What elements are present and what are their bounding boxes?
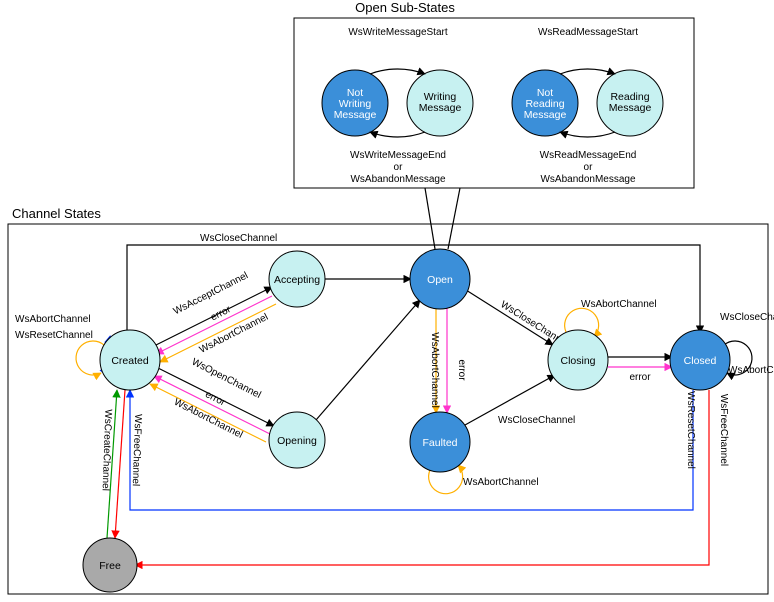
node-faulted: Faulted <box>410 412 470 472</box>
label: Opening <box>277 435 317 447</box>
label: Closed <box>684 355 717 367</box>
edge-closed-free <box>135 390 709 565</box>
label: WsAbandonMessage <box>540 174 635 185</box>
label: WsAbortChannel <box>728 365 774 376</box>
edge-created-free <box>115 390 125 538</box>
edge-read-start <box>560 69 615 74</box>
label: WsCloseChannel <box>200 233 277 244</box>
label: Created <box>111 355 149 367</box>
label: WsResetChannel <box>15 330 93 341</box>
node-closing: Closing <box>548 330 608 390</box>
label: WsOpenChannel <box>190 357 263 401</box>
label: WsResetChannel <box>685 391 696 469</box>
node-created: Created <box>100 330 160 390</box>
label: Message <box>419 102 462 114</box>
label: Free <box>99 560 121 572</box>
label: Message <box>524 109 567 121</box>
edge-read-end <box>560 132 615 137</box>
label: Accepting <box>274 274 320 286</box>
label: WsAbortChannel <box>429 332 440 408</box>
label: or <box>394 162 404 173</box>
edge-opening-open <box>316 300 420 420</box>
label: WsAbandonMessage <box>350 174 445 185</box>
title-open-sub: Open Sub-States <box>355 0 455 15</box>
label: WsReadMessageStart <box>538 27 638 38</box>
label: or <box>584 162 594 173</box>
label: WsWriteMessageStart <box>348 27 448 38</box>
label: Message <box>334 109 377 121</box>
sub-connector-left <box>425 188 435 249</box>
label: Closing <box>560 355 595 367</box>
diagram-root: Open Sub-States Not Writing Message Writ… <box>0 0 774 602</box>
label: error <box>629 372 651 383</box>
edge-write-start <box>370 69 425 74</box>
label: WsFreeChannel <box>718 394 729 466</box>
node-opening: Opening <box>269 412 325 468</box>
label: WsAcceptChannel <box>172 270 250 317</box>
node-closed: Closed <box>670 330 730 390</box>
label: WsCloseChannel <box>498 415 575 426</box>
label: WsAbortChannel <box>15 314 91 325</box>
node-open: Open <box>410 249 470 309</box>
title-channel-states: Channel States <box>12 206 101 221</box>
label: WsReadMessageEnd <box>540 150 637 161</box>
label: Open <box>427 274 453 286</box>
label: WsCreateChannel <box>100 409 114 491</box>
label: WsFreeChannel <box>130 414 144 487</box>
node-accepting: Accepting <box>269 251 325 307</box>
label: WsAbortChannel <box>463 477 539 488</box>
edge-open-closing <box>466 290 553 345</box>
edge-write-end <box>370 132 425 137</box>
write-pair: Not Writing Message Writing Message WsWr… <box>322 27 473 185</box>
label: WsWriteMessageEnd <box>350 150 446 161</box>
label: WsAbortChannel <box>581 299 657 310</box>
label: Faulted <box>422 437 457 449</box>
read-pair: Not Reading Message Reading Message WsRe… <box>512 27 663 185</box>
sub-connector-right <box>448 188 460 249</box>
label: error <box>209 304 233 324</box>
label: WsCloseChannel <box>720 312 774 323</box>
label: error <box>456 359 467 381</box>
node-free: Free <box>83 538 137 592</box>
label: Message <box>609 102 652 114</box>
label: error <box>203 389 227 409</box>
